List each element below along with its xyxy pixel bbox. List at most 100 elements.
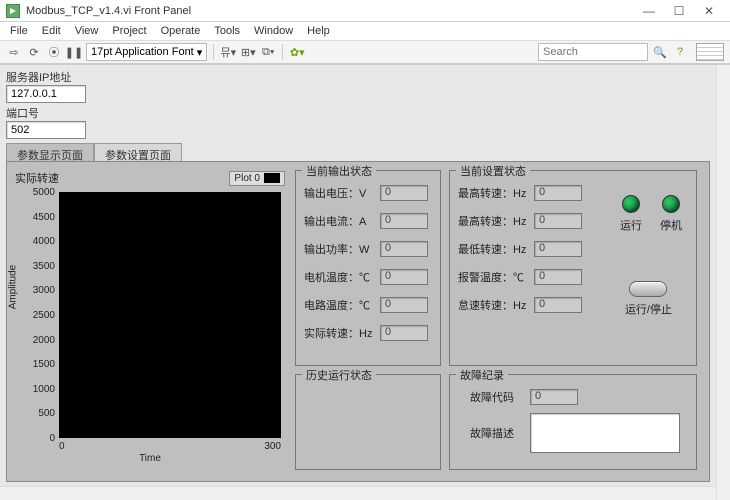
- setting-label: 报警温度：℃: [458, 269, 534, 285]
- setting-label: 最低转速：Hz: [458, 241, 534, 257]
- scrollbar-vertical[interactable]: [716, 65, 730, 500]
- pause-icon[interactable]: ❚❚: [66, 44, 82, 60]
- port-label: 端口号: [6, 105, 86, 121]
- setting-row: 怠速转速：Hz0: [458, 297, 582, 313]
- setting-value: 0: [534, 185, 582, 201]
- run-stop-button[interactable]: [629, 281, 667, 297]
- menubar: File Edit View Project Operate Tools Win…: [0, 22, 730, 40]
- y-tick: 0: [15, 433, 55, 444]
- reorder-icon[interactable]: ✿▾: [289, 44, 305, 60]
- output-label: 输出电流：A: [304, 213, 380, 229]
- menu-project[interactable]: Project: [106, 23, 152, 39]
- ip-input[interactable]: [6, 85, 86, 103]
- chart-container: 实际转速 Plot 0 5000450040003500300025002000…: [15, 170, 285, 470]
- front-panel-canvas: 服务器IP地址 端口号 参数显示页面 参数设置页面 实际转速 Plot 0 50…: [0, 64, 730, 500]
- y-tick: 2500: [15, 310, 55, 321]
- y-tick: 1500: [15, 359, 55, 370]
- y-tick: 3000: [15, 285, 55, 296]
- setting-row: 最低转速：Hz0: [458, 241, 582, 257]
- align-icon[interactable]: 뮤▾: [220, 44, 236, 60]
- history-group: 历史运行状态: [295, 374, 441, 470]
- x-tick-1: 300: [264, 441, 281, 452]
- y-tick: 4000: [15, 236, 55, 247]
- output-value: 0: [380, 325, 428, 341]
- search-icon[interactable]: 🔍: [652, 44, 668, 60]
- chart-title: 实际转速: [15, 170, 59, 186]
- y-axis-label: Amplitude: [8, 265, 19, 309]
- run-icon[interactable]: ⇨: [6, 44, 22, 60]
- separator: [282, 44, 283, 60]
- led-stop-wrap: 停机: [660, 195, 682, 233]
- output-row: 实际转速：Hz0: [304, 325, 432, 341]
- resize-icon[interactable]: ⧉▾: [260, 44, 276, 60]
- menu-window[interactable]: Window: [248, 23, 299, 39]
- menu-file[interactable]: File: [4, 23, 34, 39]
- led-run: [622, 195, 640, 213]
- chart: 5000450040003500300025002000150010005000…: [15, 188, 285, 464]
- maximize-button[interactable]: ☐: [664, 4, 694, 18]
- output-row: 输出电流：A0: [304, 213, 432, 229]
- output-status-group: 当前输出状态 输出电压：V0输出电流：A0输出功率：W0电机温度：℃0电路温度：…: [295, 170, 441, 366]
- scrollbar-horizontal[interactable]: [0, 486, 716, 500]
- fault-desc-field[interactable]: [530, 413, 680, 453]
- led-stop: [662, 195, 680, 213]
- fault-group: 故障纪录 故障代码 0 故障描述: [449, 374, 697, 470]
- y-tick: 1000: [15, 384, 55, 395]
- output-value: 0: [380, 185, 428, 201]
- tab-panel: 实际转速 Plot 0 5000450040003500300025002000…: [6, 161, 710, 482]
- output-value: 0: [380, 241, 428, 257]
- grid-toggle-icon[interactable]: [696, 43, 724, 61]
- output-row: 电机温度：℃0: [304, 269, 432, 285]
- help-icon[interactable]: ?: [672, 44, 688, 60]
- setting-status-group: 当前设置状态 最高转速：Hz0最高转速：Hz0最低转速：Hz0报警温度：℃0怠速…: [449, 170, 697, 366]
- y-tick: 2000: [15, 335, 55, 346]
- abort-icon[interactable]: ⦿: [46, 44, 62, 60]
- font-label: 17pt Application Font: [91, 46, 194, 58]
- chevron-down-icon: ▾: [197, 46, 203, 59]
- setting-row: 报警温度：℃0: [458, 269, 582, 285]
- connection-config: 服务器IP地址 端口号: [6, 69, 86, 141]
- menu-edit[interactable]: Edit: [36, 23, 67, 39]
- separator: [213, 44, 214, 60]
- output-row: 电路温度：℃0: [304, 297, 432, 313]
- output-label: 电路温度：℃: [304, 297, 380, 313]
- toolbar: ⇨ ⟳ ⦿ ❚❚ 17pt Application Font▾ 뮤▾ ⊞▾ ⧉▾…: [0, 40, 730, 64]
- output-row: 输出功率：W0: [304, 241, 432, 257]
- y-tick: 5000: [15, 187, 55, 198]
- close-button[interactable]: ✕: [694, 4, 724, 18]
- setting-label: 最高转速：Hz: [458, 213, 534, 229]
- minimize-button[interactable]: —: [634, 4, 664, 18]
- port-input[interactable]: [6, 121, 86, 139]
- led-run-wrap: 运行: [620, 195, 642, 233]
- plot-area[interactable]: [59, 192, 281, 438]
- window-title: Modbus_TCP_v1.4.vi Front Panel: [26, 5, 634, 17]
- setting-value: 0: [534, 297, 582, 313]
- setting-row: 最高转速：Hz0: [458, 213, 582, 229]
- ip-label: 服务器IP地址: [6, 69, 86, 85]
- chart-legend[interactable]: Plot 0: [229, 171, 285, 186]
- output-label: 实际转速：Hz: [304, 325, 380, 341]
- run-stop-control: 运行/停止: [625, 281, 672, 317]
- menu-operate[interactable]: Operate: [155, 23, 207, 39]
- run-continuous-icon[interactable]: ⟳: [26, 44, 42, 60]
- output-label: 输出功率：W: [304, 241, 380, 257]
- output-value: 0: [380, 269, 428, 285]
- legend-swatch: [264, 173, 280, 183]
- menu-view[interactable]: View: [69, 23, 105, 39]
- menu-help[interactable]: Help: [301, 23, 336, 39]
- setting-group-title: 当前设置状态: [456, 163, 530, 179]
- menu-tools[interactable]: Tools: [208, 23, 246, 39]
- font-selector[interactable]: 17pt Application Font▾: [86, 43, 207, 61]
- setting-value: 0: [534, 213, 582, 229]
- output-group-title: 当前输出状态: [302, 163, 376, 179]
- setting-label: 怠速转速：Hz: [458, 297, 534, 313]
- y-tick: 500: [15, 408, 55, 419]
- history-group-title: 历史运行状态: [302, 367, 376, 383]
- output-row: 输出电压：V0: [304, 185, 432, 201]
- distribute-icon[interactable]: ⊞▾: [240, 44, 256, 60]
- app-icon: [6, 4, 20, 18]
- setting-row: 最高转速：Hz0: [458, 185, 582, 201]
- run-stop-label: 运行/停止: [625, 301, 672, 317]
- search-input[interactable]: [538, 43, 648, 61]
- y-tick: 4500: [15, 212, 55, 223]
